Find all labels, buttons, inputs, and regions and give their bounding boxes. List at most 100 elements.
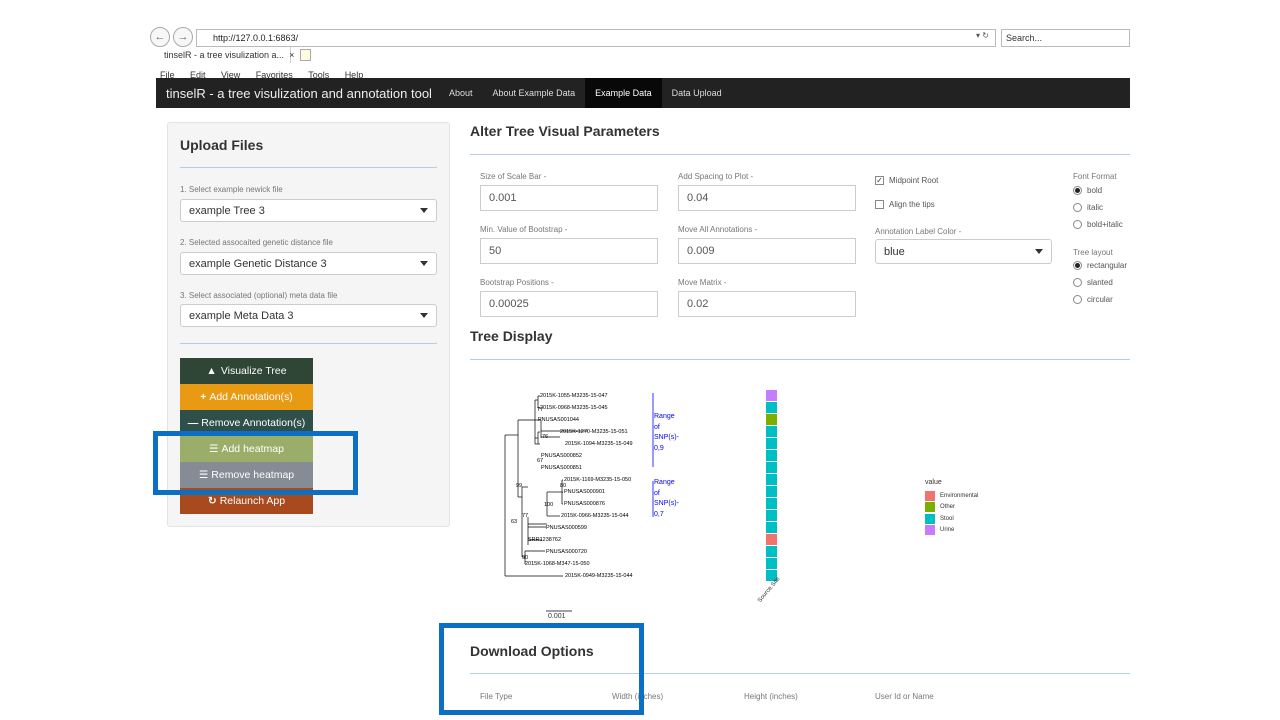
heatmap-cell [766, 426, 777, 438]
highlight-heatmap-buttons [153, 431, 358, 495]
bootstrap-label: 80 [560, 483, 567, 489]
legend-label: Other [940, 504, 956, 511]
layout-rectangular-radio[interactable]: rectangular [1073, 261, 1127, 270]
back-button[interactable]: ← [150, 27, 170, 47]
legend-title: value [925, 479, 942, 486]
nav-example-data[interactable]: Example Data [585, 78, 662, 108]
font-italic-label: italic [1087, 203, 1104, 212]
bootstrap-label: 67 [537, 458, 544, 464]
annotation-color-select[interactable]: blue [875, 239, 1052, 264]
divider [180, 167, 437, 168]
font-bold-italic-radio[interactable]: bold+italic [1073, 220, 1123, 229]
legend-item: Other [925, 502, 978, 514]
chevron-down-icon [420, 208, 428, 213]
tree-tip: 2015K-0949-M3235-15-044 [565, 573, 633, 579]
nav-data-upload[interactable]: Data Upload [662, 78, 732, 108]
divider [180, 343, 437, 344]
user-id-label: User Id or Name [875, 692, 934, 701]
tab-title: tinselR - a tree visulization a... [150, 47, 292, 63]
font-bold-italic-label: bold+italic [1087, 220, 1123, 229]
heatmap-cell [766, 486, 777, 498]
browser-tab[interactable]: tinselR - a tree visulization a... × [150, 47, 312, 63]
tree-tip: 2015K-0966-M3235-15-044 [561, 513, 629, 519]
radio-selected-icon [1073, 186, 1082, 195]
font-bold-radio[interactable]: bold [1073, 186, 1102, 195]
annotation-label-2: Range of SNP(s)- 0,7 [654, 478, 679, 520]
heatmap-cell [766, 558, 777, 570]
highlight-download-options [439, 623, 644, 715]
app-brand[interactable]: tinselR - a tree visulization and annota… [166, 86, 432, 101]
move-matrix-input[interactable]: 0.02 [678, 291, 856, 317]
heatmap-legend: Environmental Other Stool Urine [925, 490, 978, 536]
legend-label: Stool [940, 515, 954, 522]
bootstrap-pos-input[interactable]: 0.00025 [480, 291, 658, 317]
tree-tip: PNUSAS000599 [546, 525, 587, 531]
divider [470, 359, 1130, 360]
legend-item: Urine [925, 525, 978, 537]
params-title: Alter Tree Visual Parameters [470, 123, 660, 139]
forward-button[interactable]: → [173, 27, 193, 47]
bootstrap-label: 100 [544, 502, 554, 508]
heatmap-cell [766, 414, 777, 426]
tree-tip: 2015K-1270-M3235-15-051 [560, 429, 628, 435]
annotation-text: 0,9 [654, 444, 664, 452]
spacing-input[interactable]: 0.04 [678, 185, 856, 211]
font-bold-label: bold [1087, 186, 1103, 195]
annotation-text: Range [654, 479, 675, 486]
annotation-text: of [654, 423, 660, 431]
annotation-text: Range [654, 413, 675, 420]
new-tab-icon[interactable] [300, 49, 312, 61]
url-text: http://127.0.0.1:6863/ [213, 33, 299, 43]
align-tips-checkbox[interactable]: Align the tips [875, 200, 935, 209]
newick-label: 1. Select example newick file [180, 185, 283, 194]
bootstrap-label: 63 [511, 519, 518, 525]
add-annotation-label: Add Annotation(s) [209, 391, 293, 403]
add-annotation-button[interactable]: + Add Annotation(s) [180, 384, 313, 410]
visualize-tree-button[interactable]: ▲ Visualize Tree [180, 358, 313, 384]
heatmap-column [766, 390, 777, 582]
annotation-color-value: blue [884, 245, 905, 258]
legend-label: Environmental [940, 492, 979, 499]
layout-slanted-label: slanted [1087, 278, 1113, 287]
meta-select[interactable]: example Meta Data 3 [180, 304, 437, 327]
legend-label: Urine [940, 527, 955, 534]
bootstrap-min-input[interactable]: 50 [480, 238, 658, 264]
browser-search-input[interactable]: Search... [1001, 29, 1130, 47]
nav-about-example-data[interactable]: About Example Data [483, 78, 586, 108]
scale-bar-input[interactable]: 0.001 [480, 185, 658, 211]
legend-item: Stool [925, 513, 978, 525]
tree-display-title: Tree Display [470, 328, 553, 344]
font-italic-radio[interactable]: italic [1073, 203, 1103, 212]
heatmap-cell [766, 390, 777, 402]
remove-annotation-label: Remove Annotation(s) [201, 417, 306, 429]
newick-select[interactable]: example Tree 3 [180, 199, 437, 222]
close-tab-icon[interactable]: × [289, 50, 294, 60]
tree-tip: 2015K-1055-M3235-15-047 [540, 393, 608, 399]
chevron-down-icon [420, 313, 428, 318]
tree-tip: PNUSAS000901 [564, 489, 605, 495]
refresh-icon[interactable]: ▾ ↻ [976, 31, 989, 40]
nav-about[interactable]: About [439, 78, 483, 108]
address-bar[interactable]: http://127.0.0.1:6863/ [196, 29, 996, 47]
layout-slanted-radio[interactable]: slanted [1073, 278, 1113, 287]
layout-rectangular-label: rectangular [1087, 261, 1128, 270]
bootstrap-label: 90 [522, 555, 529, 561]
tree-tip: PNUSAS000720 [546, 549, 587, 555]
distance-select[interactable]: example Genetic Distance 3 [180, 252, 437, 275]
heatmap-cell [766, 498, 777, 510]
heatmap-cell [766, 534, 777, 546]
distance-label: 2. Selected assocaited genetic distance … [180, 238, 333, 247]
bootstrap-min-label: Min. Value of Bootstrap - [480, 225, 568, 234]
plus-icon: + [200, 391, 207, 403]
tree-tip: PNUSAS000851 [541, 465, 582, 471]
tree-tip: PNUSAS000852 [541, 453, 582, 459]
move-annotations-input[interactable]: 0.009 [678, 238, 856, 264]
midpoint-root-checkbox[interactable]: ✓ Midpoint Root [875, 176, 938, 185]
checkbox-checked-icon: ✓ [875, 176, 884, 185]
annotation-text: 0,7 [654, 510, 664, 518]
legend-swatch [925, 490, 935, 501]
heatmap-cell [766, 474, 777, 486]
bootstrap-pos-label: Bootstrap Positions - [480, 278, 554, 287]
layout-circular-radio[interactable]: circular [1073, 295, 1113, 304]
radio-selected-icon [1073, 261, 1082, 270]
